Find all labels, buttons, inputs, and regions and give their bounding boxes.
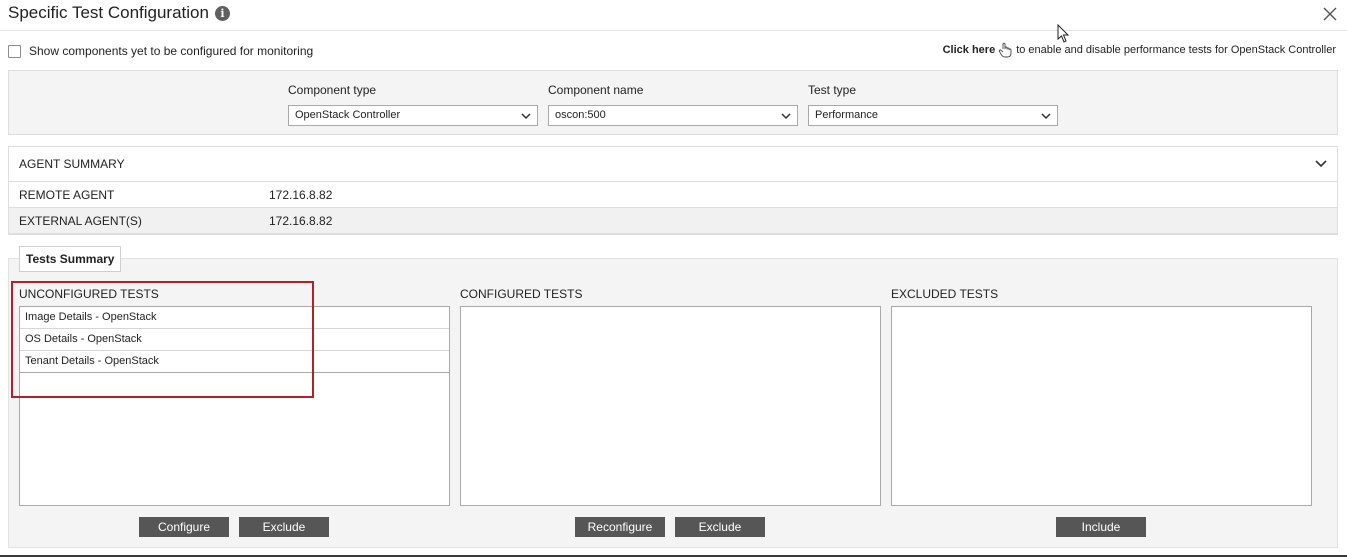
component-type-field: Component type OpenStack Controller [288,83,538,126]
component-type-label: Component type [288,83,377,97]
show-components-checkbox[interactable] [8,44,21,58]
mouse-pointer-icon [1057,24,1070,43]
test-type-value: Performance [815,109,878,121]
show-components-label: Show components yet to be configured for… [29,44,314,58]
agent-summary-title: AGENT SUMMARY [19,157,125,171]
dialog-title: Specific Test Configuration [8,3,209,22]
close-icon[interactable] [1322,6,1338,22]
unconfigured-tests-title: UNCONFIGURED TESTS [19,287,159,301]
component-config-panel: Component type OpenStack Controller Comp… [8,70,1338,135]
configured-tests-title: CONFIGURED TESTS [460,287,583,301]
list-item[interactable]: Tenant Details - OpenStack [20,351,449,373]
agent-row-value: 172.16.8.82 [269,214,333,228]
configured-tests-list[interactable] [460,306,881,506]
tab-tests-summary[interactable]: Tests Summary [19,246,122,272]
agent-summary-panel: AGENT SUMMARY REMOTE AGENT 172.16.8.82 E… [8,146,1338,235]
chevron-down-icon [781,113,791,120]
chevron-down-icon [1041,113,1051,120]
test-type-select[interactable]: Performance [808,105,1058,126]
component-name-value: oscon:500 [555,109,606,121]
show-components-row[interactable]: Show components yet to be configured for… [8,43,313,59]
component-name-field: Component name oscon:500 [548,83,798,126]
unconfigured-tests-list[interactable]: Image Details - OpenStack OS Details - O… [19,306,450,506]
dialog-title-bar: Specific Test Configuration i [0,0,1347,31]
test-type-field: Test type Performance [808,83,1058,126]
list-item[interactable]: OS Details - OpenStack [20,329,449,351]
exclude-button[interactable]: Exclude [239,517,329,537]
agent-row-remote: REMOTE AGENT 172.16.8.82 [9,182,1337,208]
click-here-row: Click here to enable and disable perform… [943,42,1336,58]
reconfigure-button[interactable]: Reconfigure [575,517,665,537]
component-type-select[interactable]: OpenStack Controller [288,105,538,126]
include-button[interactable]: Include [1056,517,1146,537]
configure-button[interactable]: Configure [139,517,229,537]
component-name-label: Component name [548,83,644,97]
component-name-select[interactable]: oscon:500 [548,105,798,126]
excluded-tests-title: EXCLUDED TESTS [891,287,999,301]
agent-row-value: 172.16.8.82 [269,188,333,202]
hand-pointer-icon [999,42,1012,58]
agent-row-external: EXTERNAL AGENT(S) 172.16.8.82 [9,208,1337,234]
exclude-configured-button[interactable]: Exclude [675,517,765,537]
component-type-value: OpenStack Controller [295,109,401,121]
chevron-down-icon[interactable] [1315,159,1327,169]
agent-row-key: EXTERNAL AGENT(S) [19,214,142,228]
click-here-text: to enable and disable performance tests … [1016,44,1336,56]
excluded-tests-list[interactable] [891,306,1312,506]
list-item[interactable]: Image Details - OpenStack [20,307,449,329]
chevron-down-icon [521,113,531,120]
agent-row-key: REMOTE AGENT [19,188,115,202]
info-circle-icon[interactable]: i [215,6,230,21]
test-type-label: Test type [808,83,857,97]
click-here-link[interactable]: Click here [943,44,996,56]
agent-summary-header[interactable]: AGENT SUMMARY [9,147,1337,182]
